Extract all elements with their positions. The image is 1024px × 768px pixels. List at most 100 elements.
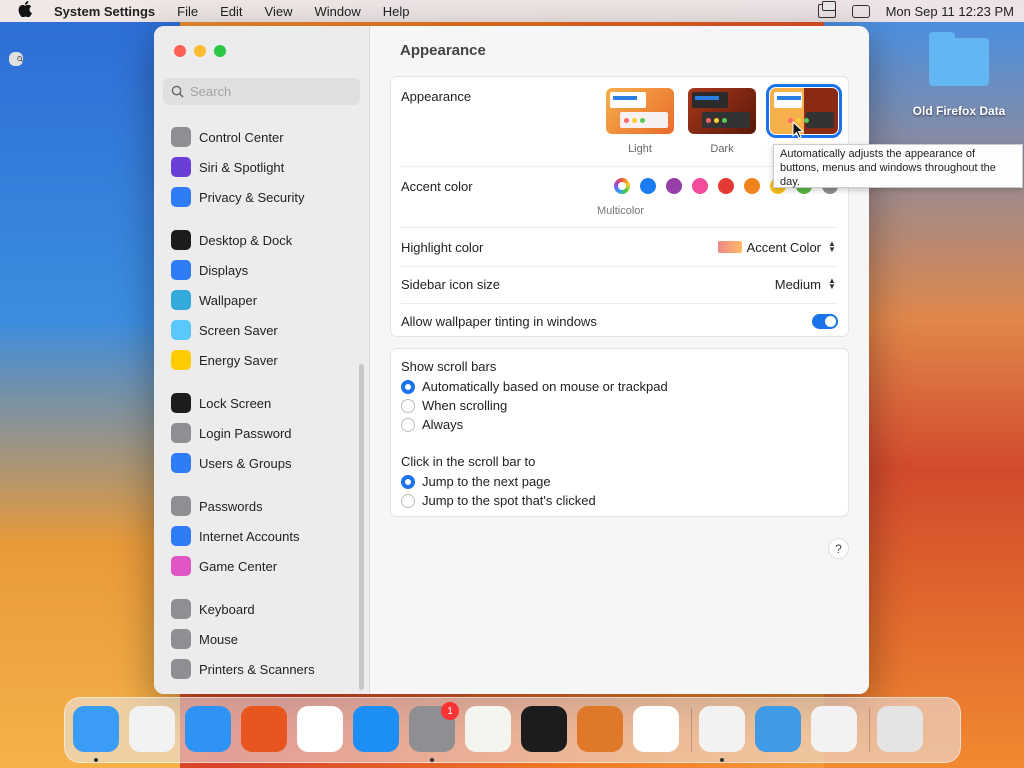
app-store-icon[interactable]	[353, 706, 399, 752]
chevron-updown-icon: ▲ ▼	[828, 239, 836, 254]
safari-icon[interactable]	[185, 706, 231, 752]
spotlight-search-icon[interactable]	[9, 52, 23, 66]
window-controls	[174, 45, 226, 57]
sidebar-scrollbar[interactable]	[359, 364, 364, 690]
accent-swatch[interactable]	[614, 178, 630, 194]
system-settings-icon[interactable]: 1	[409, 702, 459, 752]
search-icon	[171, 85, 184, 98]
desktop-folder-label: Old Firefox Data	[912, 104, 1006, 118]
click-option[interactable]: Jump to the next page	[401, 474, 551, 489]
mouse-icon	[171, 629, 191, 649]
launchpad-icon[interactable]	[129, 706, 175, 752]
scrollbars-option-label: Always	[422, 417, 464, 432]
sidebar-item[interactable]: Privacy & Security	[163, 182, 363, 212]
menu-view[interactable]: View	[265, 4, 293, 19]
terminal-icon[interactable]	[521, 706, 567, 752]
sidebar-item-label: Privacy & Security	[199, 189, 305, 205]
finder-icon[interactable]	[73, 706, 119, 752]
sidebar-item[interactable]: Printers & Scanners	[163, 654, 363, 684]
vscode-icon[interactable]	[633, 706, 679, 752]
sidebar-item[interactable]: Desktop & Dock	[163, 225, 363, 255]
visual-studio-icon[interactable]	[699, 706, 745, 752]
sidebar-item[interactable]: Game Center	[163, 551, 363, 581]
sidebar-item-label: Passwords	[199, 498, 263, 514]
sidebar-item[interactable]: Users & Groups	[163, 448, 363, 478]
stage-manager-icon[interactable]	[817, 1, 836, 18]
highlight-value: Accent Color	[746, 239, 821, 255]
sidebar-item[interactable]: Passwords	[163, 491, 363, 521]
menu-window[interactable]: Window	[314, 4, 360, 19]
accent-swatch[interactable]	[718, 178, 734, 194]
close-button[interactable]	[174, 45, 186, 57]
sidebar-item[interactable]: Mouse	[163, 624, 363, 654]
chevron-updown-icon: ▲ ▼	[828, 276, 836, 291]
menu-clock[interactable]: Mon Sep 11 12:23 PM	[886, 4, 1014, 19]
accent-swatch[interactable]	[744, 178, 760, 194]
trash-icon[interactable]	[877, 706, 923, 752]
highlight-select[interactable]: Accent Color ▲ ▼	[717, 239, 838, 255]
sidebar-icon-label: Sidebar icon size	[401, 276, 500, 292]
menu-help[interactable]: Help	[383, 4, 410, 19]
minimize-button[interactable]	[194, 45, 206, 57]
radio-button[interactable]	[401, 493, 415, 508]
running-indicator	[720, 758, 724, 762]
menu-file[interactable]: File	[177, 4, 198, 19]
sidebar-item-label: Desktop & Dock	[199, 232, 293, 248]
accent-swatch[interactable]	[666, 178, 682, 194]
sidebar-item[interactable]: Screen Saver	[163, 315, 363, 345]
dock-separator	[691, 708, 692, 752]
scrollbars-option-label: Automatically based on mouse or trackpad	[422, 379, 668, 394]
sidebar-item-label: Keyboard	[199, 601, 255, 617]
appearance-tooltip: Automatically adjusts the appearance of …	[773, 144, 1023, 188]
search-input[interactable]	[190, 84, 350, 99]
sidebar-item[interactable]: Displays	[163, 255, 363, 285]
search-field[interactable]	[163, 78, 360, 105]
radio-button[interactable]	[401, 398, 415, 413]
at-icon	[171, 526, 191, 546]
sidebar-item[interactable]: Siri & Spotlight	[163, 152, 363, 182]
radio-button[interactable]	[401, 417, 415, 432]
click-heading-row: Click in the scroll bar to	[401, 454, 838, 469]
zoom-button[interactable]	[214, 45, 226, 57]
light-thumbnail[interactable]	[606, 88, 674, 134]
auto-thumbnail[interactable]	[766, 84, 842, 138]
click-option[interactable]: Jump to the spot that's clicked	[401, 493, 596, 508]
mode-dark[interactable]: Dark	[688, 88, 756, 155]
sidebar-item[interactable]: Energy Saver	[163, 345, 363, 375]
folder-icon	[929, 32, 989, 86]
calculator-icon[interactable]	[811, 706, 857, 752]
sidebar-item[interactable]: Lock Screen	[163, 388, 363, 418]
sidebar-item[interactable]: Control Center	[163, 122, 363, 152]
sidebar-item-label: Game Center	[199, 558, 278, 574]
firefox-icon[interactable]	[241, 706, 287, 752]
scrollbars-option[interactable]: Automatically based on mouse or trackpad	[401, 379, 668, 394]
desktop-folder[interactable]: Old Firefox Data	[904, 32, 1014, 118]
sidebar-item[interactable]: Login Password	[163, 418, 363, 448]
scrollbars-option[interactable]: Always	[401, 417, 463, 432]
weather-icon[interactable]	[755, 706, 801, 752]
accent-swatch[interactable]	[640, 178, 656, 194]
menu-edit[interactable]: Edit	[220, 4, 242, 19]
radio-button[interactable]	[401, 474, 415, 489]
help-button[interactable]: ?	[828, 538, 849, 559]
garageband-icon[interactable]	[577, 706, 623, 752]
wallpaper-left	[0, 22, 180, 768]
sidebar-item[interactable]: Wallpaper	[163, 285, 363, 315]
textedit-icon[interactable]	[465, 706, 511, 752]
sidebar-item[interactable]: Internet Accounts	[163, 521, 363, 551]
control-center-icon[interactable]	[851, 4, 870, 18]
menu-app-name[interactable]: System Settings	[54, 4, 155, 19]
sidebar-section-gap	[163, 375, 363, 388]
sidebar-item[interactable]: Keyboard	[163, 594, 363, 624]
chrome-icon[interactable]	[297, 706, 343, 752]
mode-light[interactable]: Light	[606, 88, 674, 155]
dark-thumbnail[interactable]	[688, 88, 756, 134]
apple-menu-icon[interactable]	[18, 1, 40, 21]
radio-button[interactable]	[401, 379, 415, 394]
sidebar-icon-select[interactable]: Medium ▲ ▼	[775, 277, 838, 292]
click-option-label: Jump to the spot that's clicked	[422, 493, 596, 508]
accent-swatch[interactable]	[692, 178, 708, 194]
tinting-toggle[interactable]	[812, 313, 838, 329]
scrollbars-option[interactable]: When scrolling	[401, 398, 507, 413]
sidebar-item-label: Siri & Spotlight	[199, 159, 285, 175]
